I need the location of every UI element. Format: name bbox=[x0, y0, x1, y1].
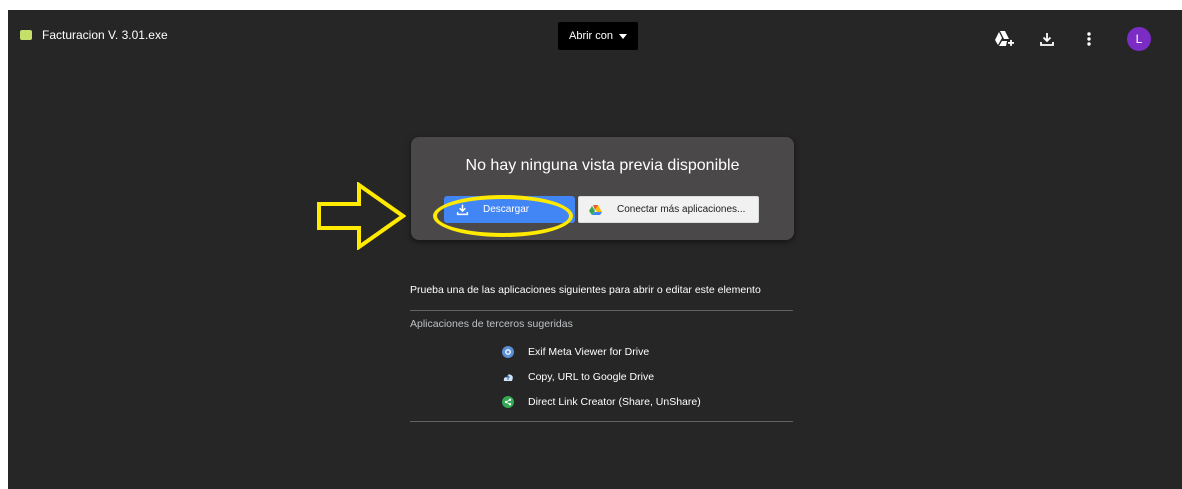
open-with-label: Abrir con bbox=[568, 30, 614, 42]
connect-label: Conectar más aplicaciones... bbox=[617, 204, 746, 215]
app-item-direct-link-creator[interactable]: Direct Link Creator (Share, UnShare) bbox=[502, 389, 701, 414]
caret-down-icon bbox=[619, 34, 628, 39]
drive-apps-icon bbox=[589, 204, 602, 215]
cloud-upload-icon bbox=[502, 371, 514, 383]
divider bbox=[410, 310, 793, 311]
camera-icon bbox=[502, 345, 514, 358]
file-viewer: Facturacion V. 3.01.exe Abrir con L No h… bbox=[8, 10, 1182, 489]
app-name: Direct Link Creator (Share, UnShare) bbox=[528, 395, 701, 408]
file-name: Facturacion V. 3.01.exe bbox=[42, 28, 168, 42]
more-vert-icon bbox=[1087, 32, 1091, 46]
download-icon bbox=[1040, 33, 1054, 46]
more-options-button[interactable] bbox=[1076, 26, 1102, 52]
top-actions: L bbox=[982, 26, 1182, 52]
download-label: Descargar bbox=[483, 204, 530, 215]
share-icon bbox=[502, 395, 514, 408]
annotation-arrow-icon bbox=[317, 182, 406, 250]
app-item-exif-meta-viewer[interactable]: Exif Meta Viewer for Drive bbox=[502, 339, 701, 364]
app-item-copy-url[interactable]: Copy, URL to Google Drive bbox=[502, 364, 701, 389]
suggestion-prompt: Prueba una de las aplicaciones siguiente… bbox=[410, 284, 761, 296]
add-to-drive-button[interactable] bbox=[991, 26, 1017, 52]
download-file-button[interactable]: Descargar bbox=[444, 196, 575, 223]
avatar-letter: L bbox=[1135, 32, 1143, 46]
download-button[interactable] bbox=[1034, 26, 1060, 52]
no-preview-card: No hay ninguna vista previa disponible D… bbox=[411, 137, 794, 240]
open-with-button[interactable]: Abrir con bbox=[558, 22, 638, 50]
app-name: Exif Meta Viewer for Drive bbox=[528, 345, 650, 358]
suggested-apps-list: Exif Meta Viewer for Drive Copy, URL to … bbox=[502, 339, 701, 414]
download-icon bbox=[456, 204, 469, 216]
divider bbox=[410, 421, 793, 422]
suggested-apps-heading: Aplicaciones de terceros sugeridas bbox=[410, 318, 573, 330]
no-preview-title: No hay ninguna vista previa disponible bbox=[465, 157, 740, 174]
add-to-drive-icon bbox=[995, 31, 1014, 46]
account-avatar[interactable]: L bbox=[1127, 27, 1151, 51]
file-title: Facturacion V. 3.01.exe bbox=[20, 28, 168, 42]
app-name: Copy, URL to Google Drive bbox=[528, 370, 655, 383]
connect-more-apps-button[interactable]: Conectar más aplicaciones... bbox=[578, 196, 759, 223]
file-icon bbox=[20, 30, 32, 40]
